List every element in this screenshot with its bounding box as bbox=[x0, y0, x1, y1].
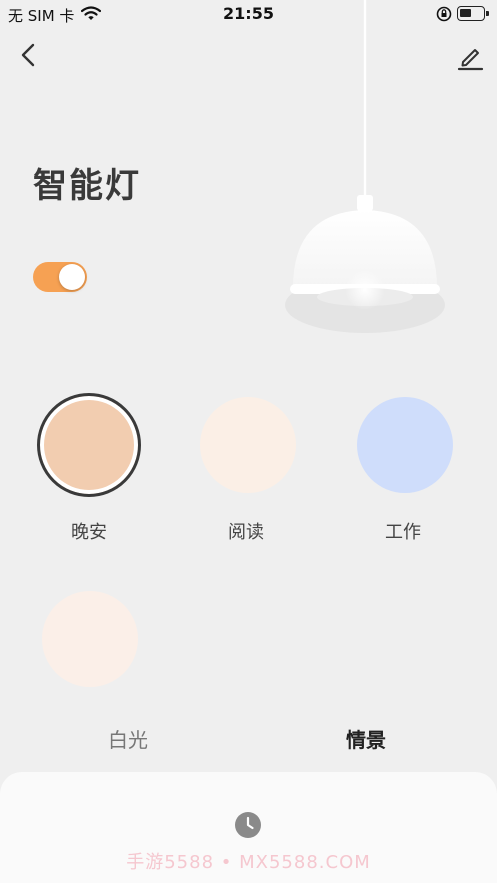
scene-goodnight-swatch bbox=[37, 393, 141, 497]
scene-reading-label: 阅读 bbox=[228, 522, 264, 543]
clock-icon[interactable] bbox=[234, 811, 262, 839]
scene-custom-swatch bbox=[42, 591, 138, 687]
pendant-lamp-icon bbox=[285, 0, 445, 333]
smart-lamp-screen: 无 SIM 卡 21:55 智能灯 晚安 阅读 工作 白光 情景 手游5588 … bbox=[0, 0, 497, 883]
scene-reading-swatch bbox=[200, 397, 296, 493]
chevron-left-icon[interactable] bbox=[14, 40, 44, 70]
power-toggle[interactable] bbox=[33, 262, 87, 292]
watermark-text: 手游5588 • MX5588.COM bbox=[126, 852, 371, 873]
scene-goodnight[interactable]: 晚安 bbox=[28, 383, 152, 543]
scene-reading[interactable]: 阅读 bbox=[186, 383, 310, 543]
tab-scene[interactable]: 情景 bbox=[346, 724, 386, 753]
scene-work-swatch bbox=[357, 397, 453, 493]
scene-goodnight-label: 晚安 bbox=[71, 522, 107, 543]
scene-custom[interactable] bbox=[28, 577, 152, 701]
page-title: 智能灯 bbox=[33, 166, 141, 206]
scene-work[interactable]: 工作 bbox=[343, 383, 467, 543]
toggle-knob bbox=[59, 264, 85, 290]
scene-work-label: 工作 bbox=[385, 522, 421, 543]
tab-white-light[interactable]: 白光 bbox=[108, 724, 148, 753]
